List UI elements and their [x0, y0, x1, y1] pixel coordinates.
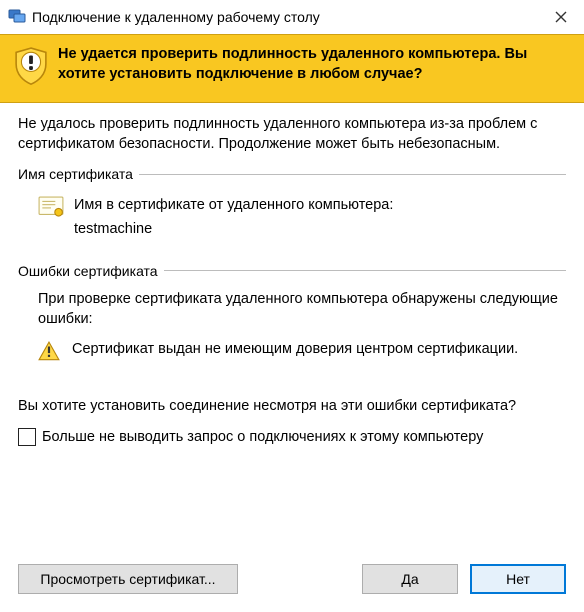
certificate-icon: [38, 196, 64, 221]
certificate-error-text: Сертификат выдан не имеющим доверия цент…: [72, 339, 518, 359]
certificate-name-group: Имя сертификата Имя в сертификате от уда…: [18, 166, 566, 252]
checkbox-label: Больше не выводить запрос о подключениях…: [42, 429, 483, 445]
rdp-app-icon: [8, 7, 26, 28]
close-button[interactable]: [538, 0, 584, 34]
view-certificate-button[interactable]: Просмотреть сертификат...: [18, 564, 238, 594]
warning-triangle-icon: [38, 341, 60, 364]
titlebar: Подключение к удаленному рабочему столу: [0, 0, 584, 34]
warning-banner-text: Не удается проверить подлинность удаленн…: [58, 45, 566, 84]
shield-warning-icon: [14, 47, 48, 88]
confirm-question: Вы хотите установить соединение несмотря…: [18, 396, 566, 416]
checkbox-box[interactable]: [18, 428, 36, 446]
certificate-name-value: testmachine: [74, 218, 393, 241]
certificate-name-label: Имя в сертификате от удаленного компьюте…: [74, 194, 393, 217]
certificate-errors-intro: При проверке сертификата удаленного комп…: [18, 289, 566, 340]
certificate-error-item: Сертификат выдан не имеющим доверия цент…: [18, 339, 566, 368]
certificate-name-text: Имя в сертификате от удаленного компьюте…: [74, 194, 393, 240]
intro-text: Не удалось проверить подлинность удаленн…: [18, 115, 566, 154]
dialog-body: Не удалось проверить подлинность удаленн…: [0, 103, 584, 564]
certificate-name-legend: Имя сертификата: [18, 166, 139, 182]
titlebar-title: Подключение к удаленному рабочему столу: [26, 9, 538, 25]
certificate-errors-legend: Ошибки сертификата: [18, 263, 164, 279]
button-row: Просмотреть сертификат... Да Нет: [0, 564, 584, 612]
rdp-certificate-warning-dialog: Подключение к удаленному рабочему столу …: [0, 0, 584, 612]
yes-button[interactable]: Да: [362, 564, 458, 594]
dont-ask-again-checkbox[interactable]: Больше не выводить запрос о подключениях…: [18, 428, 566, 446]
certificate-errors-group: Ошибки сертификата При проверке сертифик…: [18, 263, 566, 374]
no-button[interactable]: Нет: [470, 564, 566, 594]
warning-banner: Не удается проверить подлинность удаленн…: [0, 34, 584, 103]
